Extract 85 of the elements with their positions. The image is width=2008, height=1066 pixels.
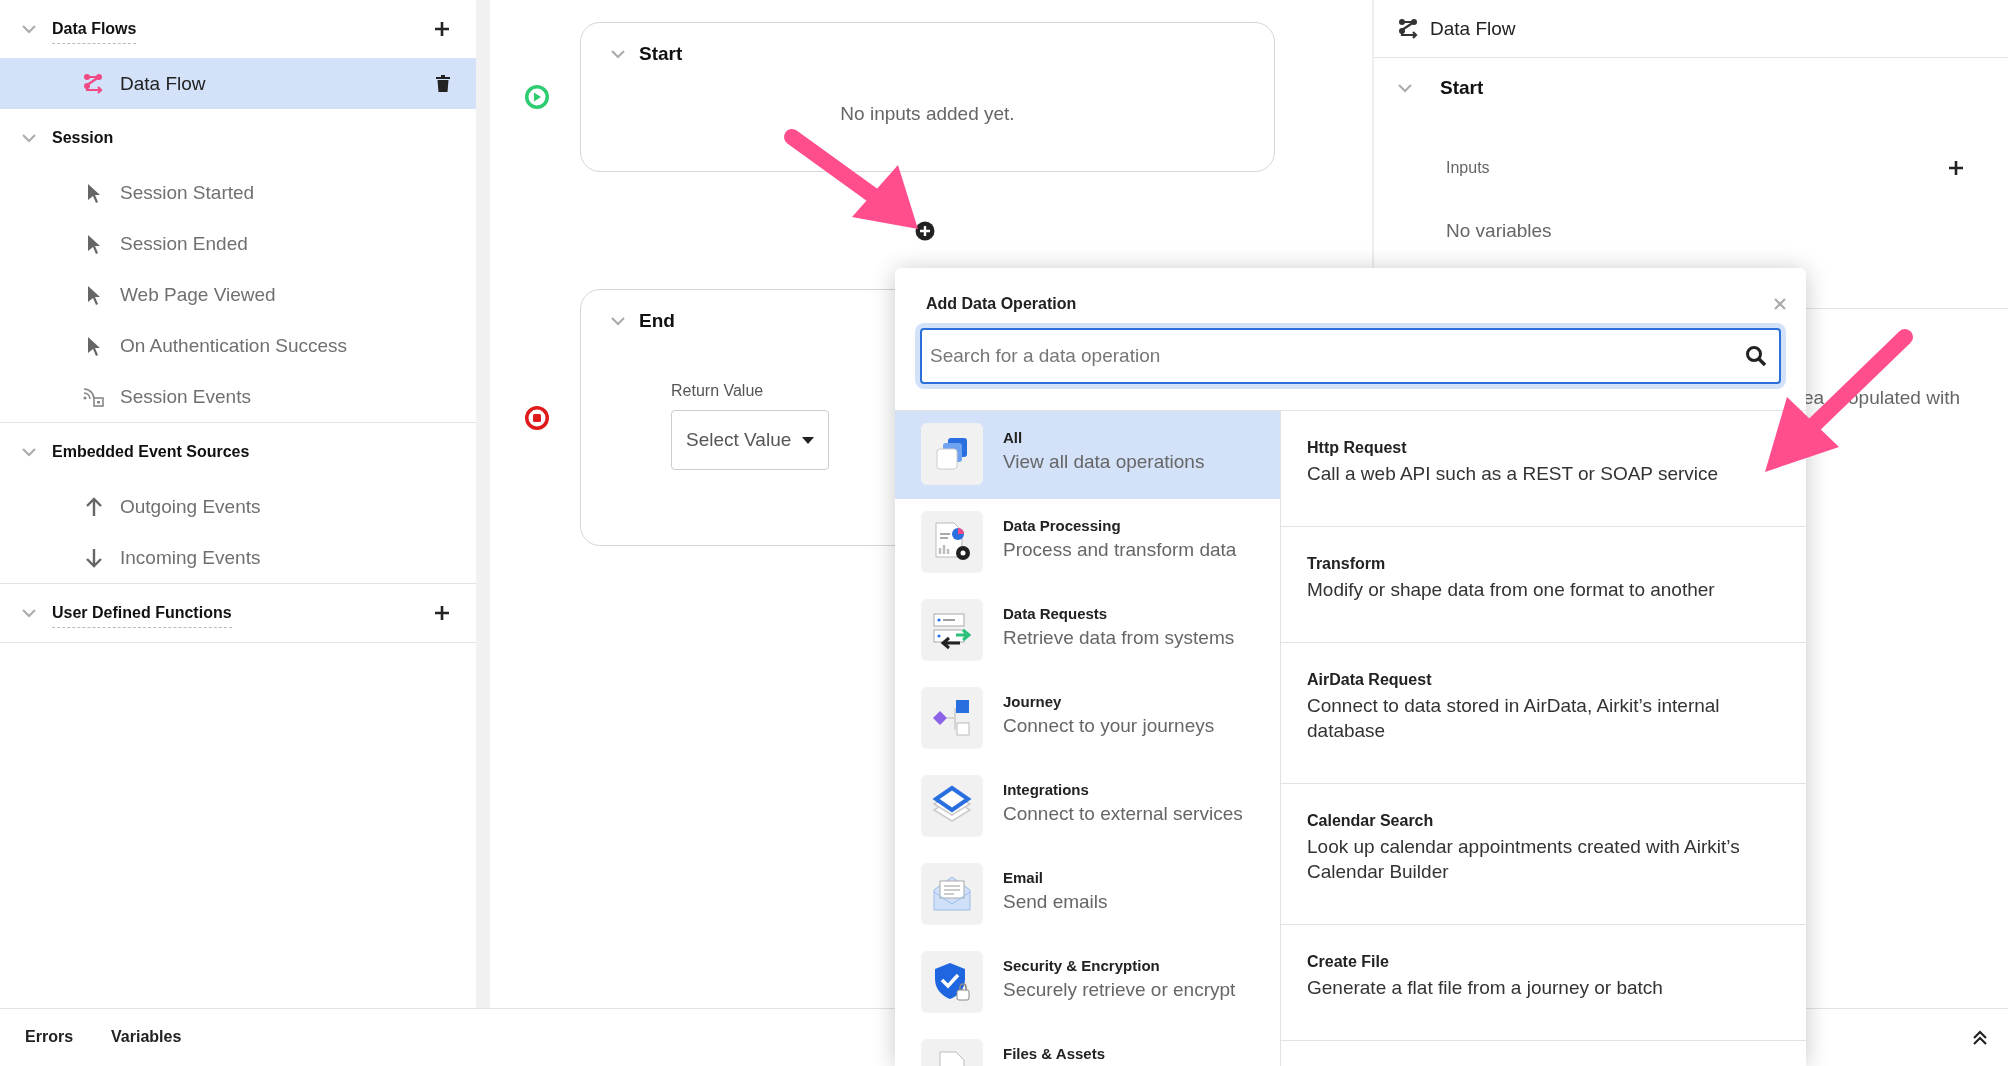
arrow-down-icon [85,547,103,568]
close-button[interactable] [1774,298,1786,310]
card-title: End [639,310,675,332]
stop-icon [524,404,550,431]
chevron-down-icon[interactable] [22,133,36,143]
category-item[interactable]: Security & Encryption Securely retrieve or encrypt [895,939,1280,1027]
category-item[interactable]: Integrations Connect to external services [895,763,1280,851]
add-button[interactable] [434,21,450,37]
panel-title: Data Flow [1430,17,1516,40]
operation-item[interactable]: AirData Request Connect to data stored in AirData, Airkit’s internal database [1281,643,1806,784]
trash-icon [436,75,450,92]
cursor-icon [87,182,101,203]
plus-circle-icon [915,220,935,241]
section-title[interactable]: User Defined Functions [52,603,232,628]
category-name: Data Requests [1003,605,1109,622]
category-name: Files & Assets [1003,1045,1105,1062]
category-description: Retrieve data from systems [1003,627,1235,649]
feed-icon [83,386,105,407]
play-icon [524,84,550,110]
category-name: Email [1003,869,1045,886]
arrow-up-icon [85,496,103,517]
category-name: Data Processing [1003,517,1122,534]
operation-item[interactable]: Calendar Search Look up calendar appointments created with Airkit’s Calendar Builder [1281,784,1806,925]
section-title[interactable]: Embedded Event Sources [52,442,250,467]
category-name: Security & Encryption [1003,957,1161,974]
sidebar-item[interactable]: Session Started [0,167,476,218]
sidebar-item[interactable]: On Authentication Success [0,320,476,371]
sidebar-item[interactable]: Data Flow [0,58,476,109]
add-step-button[interactable] [915,220,935,241]
category-item[interactable]: Journey Connect to your journeys [895,675,1280,763]
section-title: Start [1440,77,1484,99]
bottom-tab[interactable]: Variables [111,1023,182,1052]
cursor-icon [87,284,101,305]
stacked-squares-icon [934,436,970,472]
chevron-down-icon[interactable] [1398,83,1412,93]
sidebar-item[interactable]: Outgoing Events [0,481,476,532]
sidebar-item[interactable]: Incoming Events [0,532,476,583]
category-name: Integrations [1003,781,1090,798]
category-description: View all data operations [1003,451,1205,473]
chevron-down-icon[interactable] [22,447,36,457]
sidebar-item[interactable]: Session Events [0,371,476,422]
close-icon [1774,298,1786,310]
flow-icon [83,72,105,95]
category-name: All [1003,429,1024,446]
inputs-label: Inputs [1446,159,1491,177]
category-description: Connect to your journeys [1003,715,1215,737]
category-item[interactable]: Email Send emails [895,851,1280,939]
sidebar-item[interactable]: Session Ended [0,218,476,269]
section-title[interactable]: Data Flows [52,19,137,44]
add-input-button[interactable] [1948,160,1964,176]
card-title: Start [639,43,683,65]
double-chevron-up-icon [1972,1029,1988,1046]
category-description: Send emails [1003,891,1108,913]
section-title[interactable]: Session [52,128,114,153]
cursor-icon [87,335,101,356]
category-item[interactable]: Data Processing Process and transform data [895,499,1280,587]
category-name: Journey [1003,693,1063,710]
empty-message: No variables [1446,220,1552,242]
add-button[interactable] [434,605,450,621]
cursor-icon [87,233,101,254]
chevron-down-icon[interactable] [22,24,36,34]
category-item[interactable]: Data Requests Retrieve data from systems [895,587,1280,675]
category-description: Securely retrieve or encrypt [1003,979,1236,1001]
caret-icon [802,436,814,444]
category-description: Process and transform data [1003,539,1237,561]
sidebar-item[interactable]: Web Page Viewed [0,269,476,320]
select-dropdown[interactable]: Select Value [671,410,829,470]
category-description: Connect to external services [1003,803,1243,825]
transfer-icon [930,610,974,650]
flow-icon [1398,17,1420,40]
chevron-down-icon[interactable] [611,316,625,326]
field-label: Return Value [671,382,765,400]
category-item[interactable]: Files & Assets [895,1027,1280,1066]
search-field[interactable]: Search for a data operation [920,328,1781,384]
chevron-down-icon[interactable] [22,608,36,618]
operation-item[interactable]: Create File Generate a flat file from a journey or batch [1281,925,1806,1041]
chevron-down-icon[interactable] [611,49,625,59]
empty-message: No inputs added yet. [839,103,1016,125]
search-icon[interactable] [1745,345,1767,367]
dialog-title: Add Data Operation [926,295,1078,313]
bottom-tab[interactable]: Errors [25,1023,74,1052]
operation-item[interactable]: Transform Modify or shape data from one format to another [1281,527,1806,643]
delete-button[interactable] [436,75,450,92]
category-item[interactable]: All View all data operations [895,411,1280,499]
expand-button[interactable] [1972,1029,1988,1046]
